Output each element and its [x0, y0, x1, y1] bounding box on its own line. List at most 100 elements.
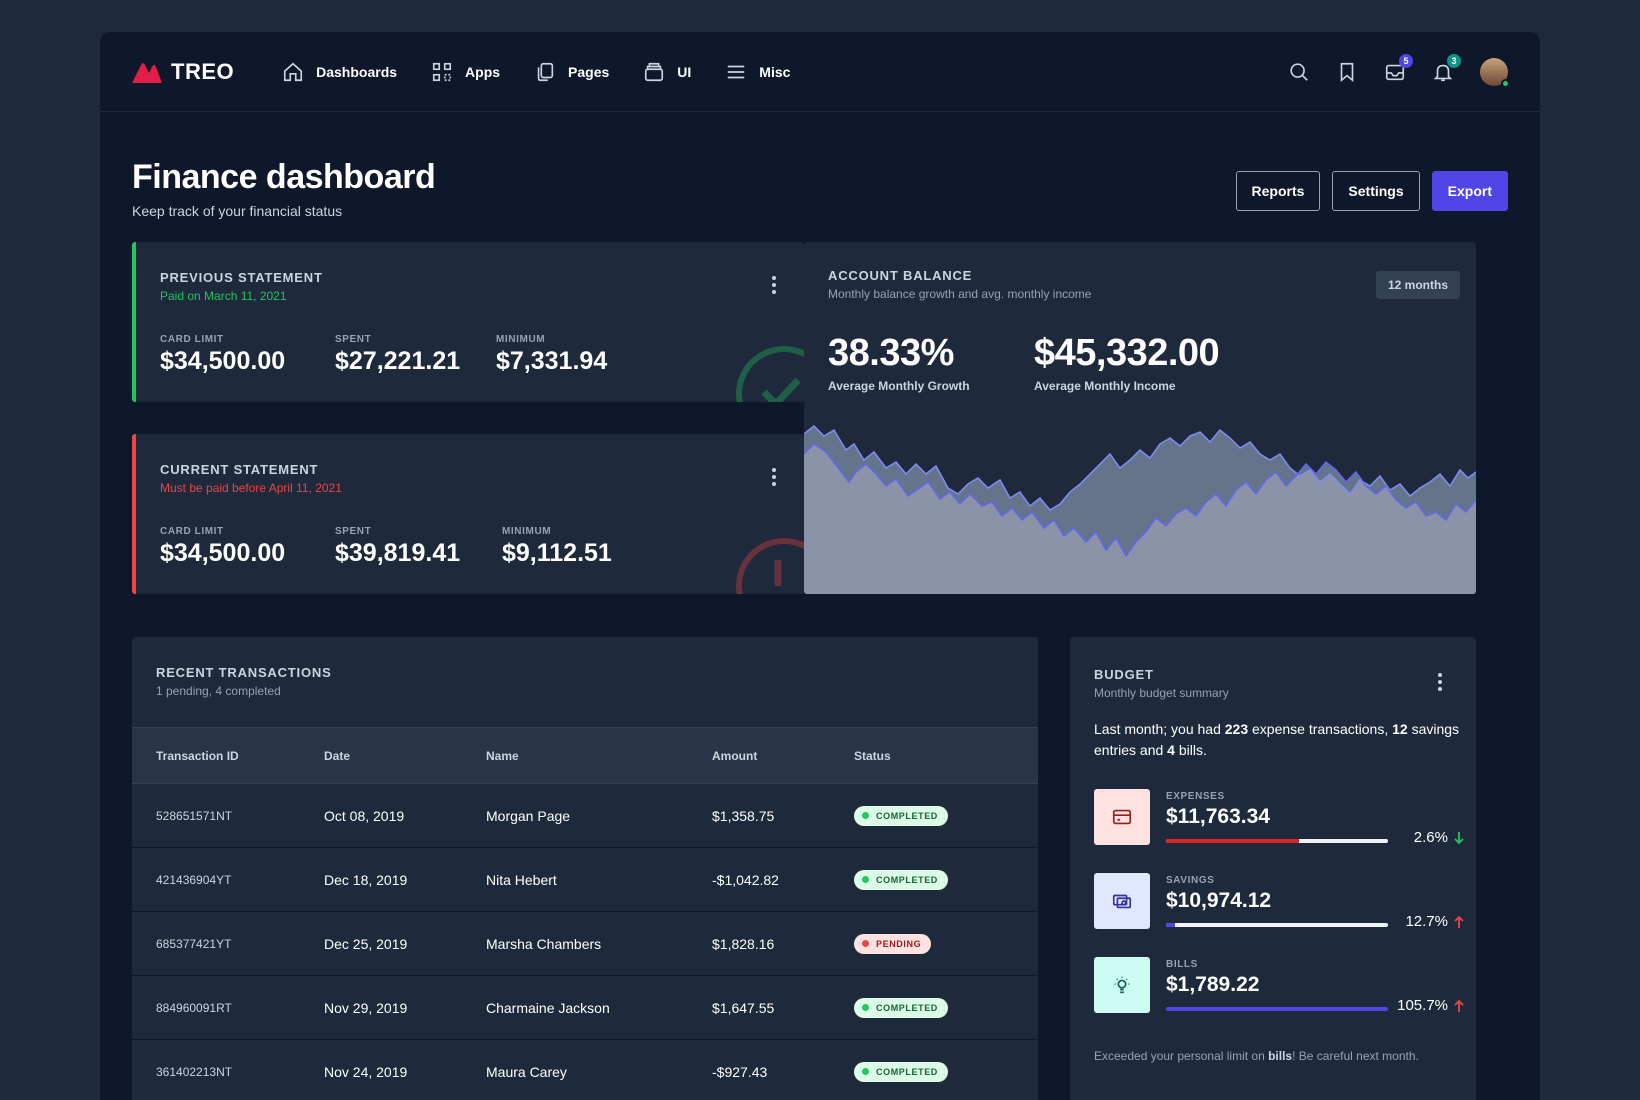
- table-row[interactable]: 685377421YT Dec 25, 2019 Marsha Chambers…: [132, 911, 1038, 976]
- budget-warning-note: Exceeded your personal limit on bills! B…: [1094, 1049, 1419, 1063]
- messages-badge: 5: [1399, 53, 1413, 68]
- table-header-row: Transaction ID Date Name Amount Status: [132, 727, 1038, 784]
- search-button[interactable]: [1288, 61, 1310, 83]
- budget-row-expenses: EXPENSES $11,763.34 2.6%: [1094, 789, 1464, 846]
- growth-label: Average Monthly Growth: [828, 379, 970, 393]
- messages-button[interactable]: 5: [1384, 53, 1413, 83]
- nav-ui[interactable]: UI: [643, 61, 691, 83]
- search-icon: [1290, 62, 1308, 81]
- transaction-amount: $1,358.75: [688, 783, 830, 848]
- bookmarks-button[interactable]: [1336, 61, 1358, 83]
- status-dot: [862, 1068, 869, 1075]
- table-row[interactable]: 361402213NT Nov 24, 2019 Maura Carey -$9…: [132, 1039, 1038, 1100]
- transaction-amount: -$1,042.82: [688, 847, 830, 912]
- nav-pages[interactable]: Pages: [534, 61, 609, 83]
- pages-icon: [537, 62, 554, 81]
- change-value: 2.6%: [1413, 829, 1448, 846]
- column-header[interactable]: Name: [462, 727, 688, 784]
- status-cell: COMPLETED: [830, 1039, 1038, 1100]
- budget-progress-fill: [1166, 923, 1175, 927]
- exclamation-circle-icon: [736, 538, 804, 594]
- budget-summary: Last month; you had 223 expense transact…: [1094, 721, 1460, 758]
- logo[interactable]: TREO: [132, 59, 234, 85]
- stat-label: SPENT: [335, 334, 372, 345]
- card-limit-stat: CARD LIMIT $34,500.00: [160, 526, 285, 568]
- card-limit-stat: CARD LIMIT $34,500.00: [160, 334, 285, 376]
- minimum-stat: MINIMUM $7,331.94: [496, 334, 607, 376]
- stat-label: SPENT: [335, 526, 372, 537]
- card-title: BUDGET: [1094, 667, 1154, 682]
- column-header[interactable]: Amount: [688, 727, 830, 784]
- expense-count: 223: [1224, 721, 1249, 737]
- budget-value: $10,974.12: [1166, 889, 1272, 912]
- nav-misc[interactable]: Misc: [725, 61, 790, 83]
- nav-apps[interactable]: Apps: [431, 61, 500, 83]
- transaction-date: Nov 24, 2019: [300, 1039, 462, 1100]
- table-row[interactable]: 528651571NT Oct 08, 2019 Morgan Page $1,…: [132, 783, 1038, 848]
- transaction-date: Dec 25, 2019: [300, 911, 462, 976]
- status-badge: COMPLETED: [854, 869, 948, 890]
- minimum-stat: MINIMUM $9,112.51: [502, 526, 612, 568]
- more-options-button[interactable]: [772, 468, 776, 489]
- avatar[interactable]: [1480, 57, 1510, 88]
- transaction-amount: $1,647.55: [688, 975, 830, 1040]
- app-name: TREO: [171, 58, 235, 84]
- range-selector[interactable]: 12 months: [1375, 271, 1460, 299]
- spent-stat: SPENT $39,819.41: [335, 526, 460, 568]
- savings-count: 12: [1392, 721, 1408, 737]
- more-options-button[interactable]: [772, 276, 776, 297]
- stack-icon: [645, 62, 664, 81]
- cash-icon: [1094, 873, 1150, 929]
- transaction-date: Oct 08, 2019: [300, 783, 462, 848]
- change-value: 105.7%: [1397, 997, 1448, 1014]
- export-button[interactable]: Export: [1431, 171, 1508, 211]
- transaction-id: 528651571NT: [132, 783, 300, 848]
- stat-value: $34,500.00: [160, 539, 286, 567]
- table-row[interactable]: 421436904YT Dec 18, 2019 Nita Hebert -$1…: [132, 847, 1038, 912]
- more-options-button[interactable]: [1438, 673, 1442, 694]
- nav-label: UI: [677, 63, 692, 80]
- column-header[interactable]: Date: [300, 727, 462, 784]
- top-navbar: TREO Dashboards Apps Pages UI Misc 5 3: [100, 32, 1540, 112]
- check-circle-icon: [736, 346, 804, 402]
- budget-row-savings: SAVINGS $10,974.12 12.7%: [1094, 873, 1464, 930]
- card-title: ACCOUNT BALANCE: [828, 268, 973, 283]
- budget-value: $1,789.22: [1166, 973, 1260, 996]
- status-dot: [862, 812, 869, 819]
- arrow-down-icon: [1454, 831, 1464, 844]
- transaction-id: 361402213NT: [132, 1039, 300, 1100]
- card-note: Paid on March 11, 2021: [160, 289, 287, 303]
- transaction-id: 884960091RT: [132, 975, 300, 1040]
- notifications-button[interactable]: 3: [1432, 53, 1461, 83]
- lightbulb-icon: [1094, 957, 1150, 1013]
- nav-label: Apps: [465, 63, 501, 80]
- status-text: PENDING: [876, 938, 922, 949]
- transaction-date: Nov 29, 2019: [300, 975, 462, 1040]
- bills-emphasis: bills: [1268, 1049, 1293, 1063]
- current-statement-card: CURRENT STATEMENT Must be paid before Ap…: [132, 434, 804, 594]
- settings-button[interactable]: Settings: [1332, 171, 1420, 211]
- top-actions: 5 3: [1288, 53, 1510, 88]
- online-status-dot: [1501, 78, 1510, 88]
- notifications-badge: 3: [1447, 53, 1461, 68]
- status-dot: [862, 940, 869, 947]
- transaction-id: 685377421YT: [132, 911, 300, 976]
- card-subtitle: Monthly budget summary: [1094, 686, 1229, 700]
- budget-card: BUDGET Monthly budget summary Last month…: [1070, 637, 1476, 1100]
- spent-stat: SPENT $27,221.21: [335, 334, 460, 376]
- page-subtitle: Keep track of your financial status: [132, 203, 343, 219]
- menu-icon: [728, 65, 745, 78]
- budget-change: 2.6%: [1414, 829, 1464, 846]
- card-note: Must be paid before April 11, 2021: [160, 481, 342, 495]
- reports-button[interactable]: Reports: [1235, 171, 1321, 211]
- table-row[interactable]: 884960091RT Nov 29, 2019 Charmaine Jacks…: [132, 975, 1038, 1040]
- nav-dashboards[interactable]: Dashboards: [282, 61, 397, 83]
- change-value: 12.7%: [1405, 913, 1448, 930]
- column-header[interactable]: Status: [830, 727, 1038, 784]
- stat-value: $7,331.94: [496, 347, 608, 375]
- status-text: COMPLETED: [876, 874, 938, 885]
- column-header[interactable]: Transaction ID: [132, 727, 300, 784]
- budget-progress-fill: [1166, 839, 1300, 843]
- status-bar: [132, 242, 136, 402]
- transaction-id: 421436904YT: [132, 847, 300, 912]
